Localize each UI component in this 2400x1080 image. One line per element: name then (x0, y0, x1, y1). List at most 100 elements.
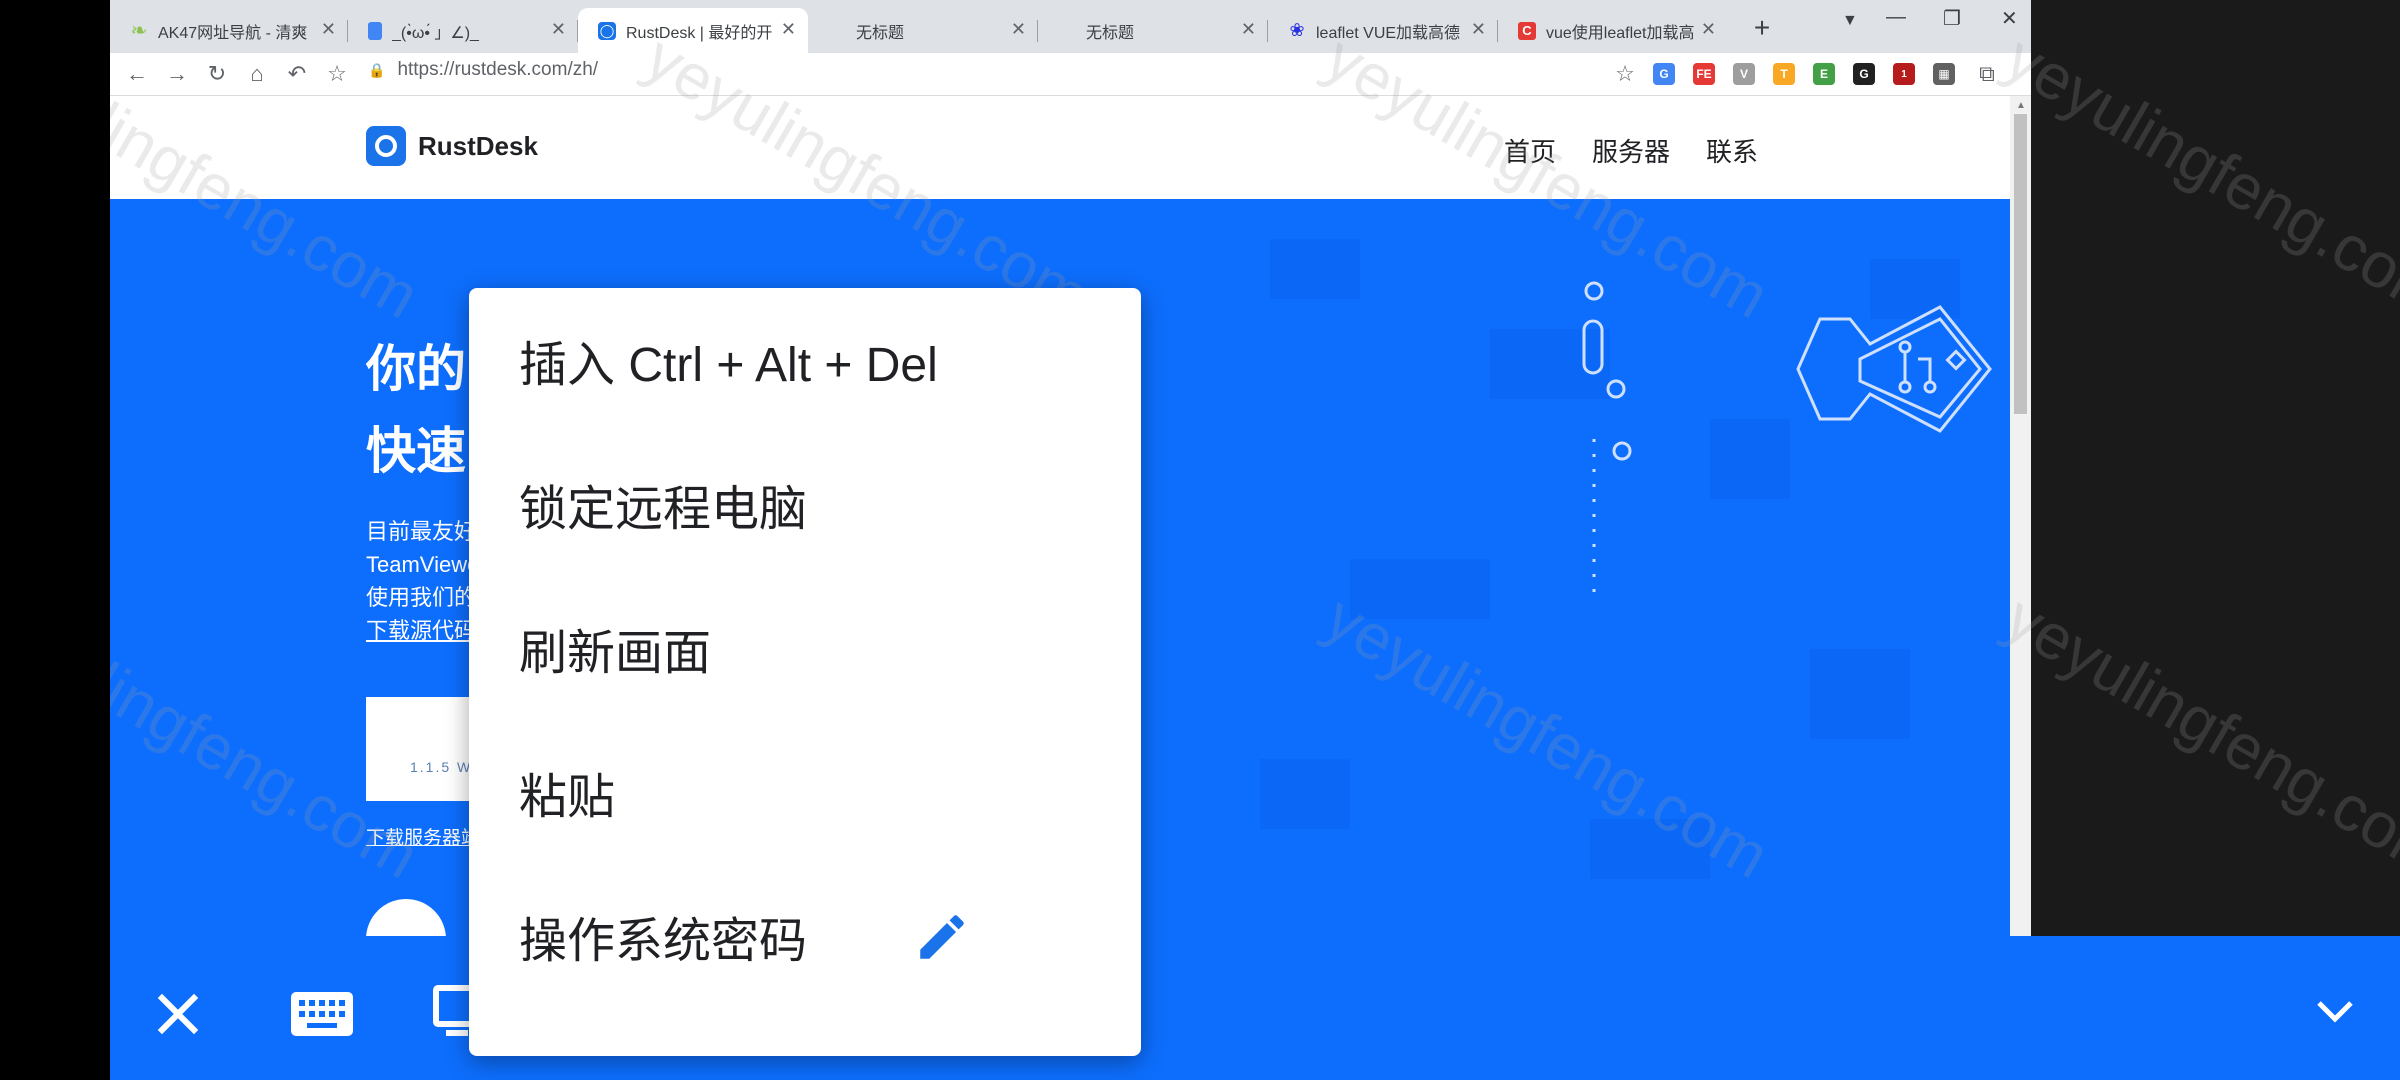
evernote-icon[interactable]: E (1813, 63, 1835, 85)
tab-leaflet[interactable]: ❀ leaflet VUE加载高德 ✕ (1268, 8, 1498, 53)
bg-block (1270, 239, 1360, 299)
bubbles-decoration (1582, 281, 1632, 599)
close-icon[interactable]: ✕ (1471, 19, 1486, 40)
hero-text-1: 目前最友好 (366, 519, 477, 544)
download-button[interactable]: 1.1.5 W (366, 697, 476, 801)
tab-rustdesk[interactable]: ◯ RustDesk | 最好的开 ✕ (578, 8, 808, 53)
bg-block (1590, 819, 1710, 879)
action-menu: 插入 Ctrl + Alt + Del 锁定远程电脑 刷新画面 粘贴 操作系统密… (469, 288, 1141, 1056)
menu-item-label: 操作系统密码 (519, 915, 808, 968)
tab-emoticon[interactable]: _(•̀ω•́ 」∠)_ ✕ (348, 8, 578, 53)
tab-ak47[interactable]: ❧ AK47网址导航 - 清爽 ✕ (110, 8, 348, 53)
tab-search-icon[interactable]: ▼ (1842, 12, 1858, 30)
tab-title: vue使用leaflet加载高 (1546, 24, 1695, 42)
chevron-down-icon[interactable] (2310, 992, 2360, 1032)
bg-block (1260, 759, 1350, 829)
scrollbar-thumb[interactable] (2014, 114, 2027, 414)
apps-grid-icon[interactable]: ▦ (1933, 63, 1955, 85)
extension-badge: 1 (1901, 68, 1907, 80)
tab-title: AK47网址导航 - 清爽 (158, 24, 308, 42)
close-icon[interactable]: ✕ (1241, 19, 1256, 40)
page-scrollbar[interactable]: ▲ (2010, 96, 2031, 1080)
edit-pencil-icon[interactable] (913, 908, 971, 966)
browser-toolbar: ← → ↻ ⌂ ↶ ☆ 🔒 https://rustdesk.com/zh/ ☆… (110, 53, 2031, 96)
menu-item-label: 粘贴 (519, 771, 616, 824)
tab-title: RustDesk | 最好的开 (626, 24, 773, 42)
tab-title: 无标题 (1086, 24, 1135, 42)
remote-screen: ❧ AK47网址导航 - 清爽 ✕ _(•̀ω•́ 」∠)_ ✕ ◯ RustD… (110, 0, 2400, 1080)
close-window-icon[interactable]: ✕ (2001, 6, 2018, 31)
menu-item-label: 刷新画面 (519, 627, 712, 680)
tab-title: 无标题 (856, 24, 905, 42)
tab-untitled-1[interactable]: 无标题 ✕ (808, 8, 1038, 53)
bg-block (1350, 559, 1490, 619)
download-version: 1.1.5 W (410, 759, 473, 775)
rustdesk-logo-icon (366, 126, 406, 166)
source-code-link[interactable]: 下载源代码 (366, 614, 476, 647)
menu-item-label: 锁定远程电脑 (519, 483, 808, 536)
undo-icon[interactable]: ↶ (282, 59, 312, 89)
home-icon[interactable]: ⌂ (242, 59, 272, 89)
menu-item-lock-remote[interactable]: 锁定远程电脑 (469, 432, 1141, 576)
vue-devtools-icon[interactable]: V (1733, 63, 1755, 85)
tab-title: leaflet VUE加载高德 (1316, 24, 1461, 42)
url-text: https://rustdesk.com/zh/ (397, 59, 599, 80)
crop-icon[interactable]: ⧉ (1972, 59, 2002, 89)
tab-title: _(•̀ω•́ 」∠)_ (392, 24, 479, 42)
address-bar[interactable]: 🔒 https://rustdesk.com/zh/ (368, 59, 598, 81)
tab-vue-leaflet[interactable]: C vue使用leaflet加载高 ✕ (1498, 8, 1728, 53)
site-logo[interactable]: RustDesk (366, 126, 538, 166)
ublock-icon[interactable]: 1 (1893, 63, 1915, 85)
fish-illustration-icon (1796, 305, 1992, 433)
lock-icon: 🔒 (368, 61, 386, 78)
close-session-icon[interactable] (148, 984, 208, 1044)
menu-item-os-password[interactable]: 操作系统密码 (469, 864, 1141, 1008)
restore-icon[interactable]: ❐ (1943, 6, 1961, 31)
brand-name: RustDesk (418, 130, 538, 161)
hero-text-2: TeamViewe (366, 552, 480, 577)
forward-icon[interactable]: → (162, 59, 192, 89)
nav-home[interactable]: 首页 (1504, 132, 1556, 169)
doc-icon (368, 21, 382, 40)
tampermonkey-icon[interactable]: T (1773, 63, 1795, 85)
close-icon[interactable]: ✕ (1701, 19, 1716, 40)
hero-text-3: 使用我们的 (366, 585, 477, 610)
close-icon[interactable]: ✕ (1011, 19, 1026, 40)
new-tab-button[interactable]: + (1742, 8, 1782, 48)
bg-block (1710, 419, 1790, 499)
bookmarks-star-icon[interactable]: ☆ (322, 59, 352, 89)
menu-item-paste[interactable]: 粘贴 (469, 720, 1141, 864)
reload-icon[interactable]: ↻ (202, 59, 232, 89)
close-icon[interactable]: ✕ (781, 19, 796, 40)
watermark: yeyulingfeng.com (1993, 20, 2400, 333)
download-server-link[interactable]: 下载服务器端 (366, 823, 480, 850)
nav-server[interactable]: 服务器 (1592, 132, 1670, 169)
keyboard-icon[interactable] (290, 984, 354, 1044)
leaf-icon: ❧ (130, 20, 148, 42)
blank-favicon (828, 22, 846, 40)
menu-item-ctrl-alt-del[interactable]: 插入 Ctrl + Alt + Del (469, 288, 1141, 432)
paw-icon: ❀ (1289, 20, 1305, 40)
hero-title-line-2: 快速 (366, 423, 466, 479)
bookmark-star-icon[interactable]: ☆ (1610, 59, 1640, 89)
nav-contact[interactable]: 联系 (1706, 132, 1758, 169)
menu-item-label: 插入 Ctrl + Alt + Del (519, 339, 938, 392)
scroll-up-icon[interactable]: ▲ (2016, 100, 2026, 111)
tab-untitled-2[interactable]: 无标题 ✕ (1038, 8, 1268, 53)
watermark: yeyulingfeng.com (1993, 580, 2400, 893)
c-icon: C (1518, 21, 1536, 40)
translate-icon[interactable]: G (1653, 63, 1675, 85)
bg-block (1810, 649, 1910, 739)
rustdesk-icon: ◯ (598, 21, 616, 40)
remote-control-bar (110, 936, 2400, 1080)
close-icon[interactable]: ✕ (551, 19, 566, 40)
fe-extension-icon[interactable]: FE (1693, 63, 1715, 85)
menu-item-refresh[interactable]: 刷新画面 (469, 576, 1141, 720)
hero-title-line-1: 你的 (366, 341, 466, 397)
blank-favicon (1058, 22, 1076, 40)
tab-strip: ❧ AK47网址导航 - 清爽 ✕ _(•̀ω•́ 」∠)_ ✕ ◯ RustD… (110, 0, 2031, 53)
back-icon[interactable]: ← (122, 59, 152, 89)
ghostery-icon[interactable]: G (1853, 63, 1875, 85)
minimize-icon[interactable]: — (1886, 6, 1906, 29)
close-icon[interactable]: ✕ (321, 19, 336, 40)
